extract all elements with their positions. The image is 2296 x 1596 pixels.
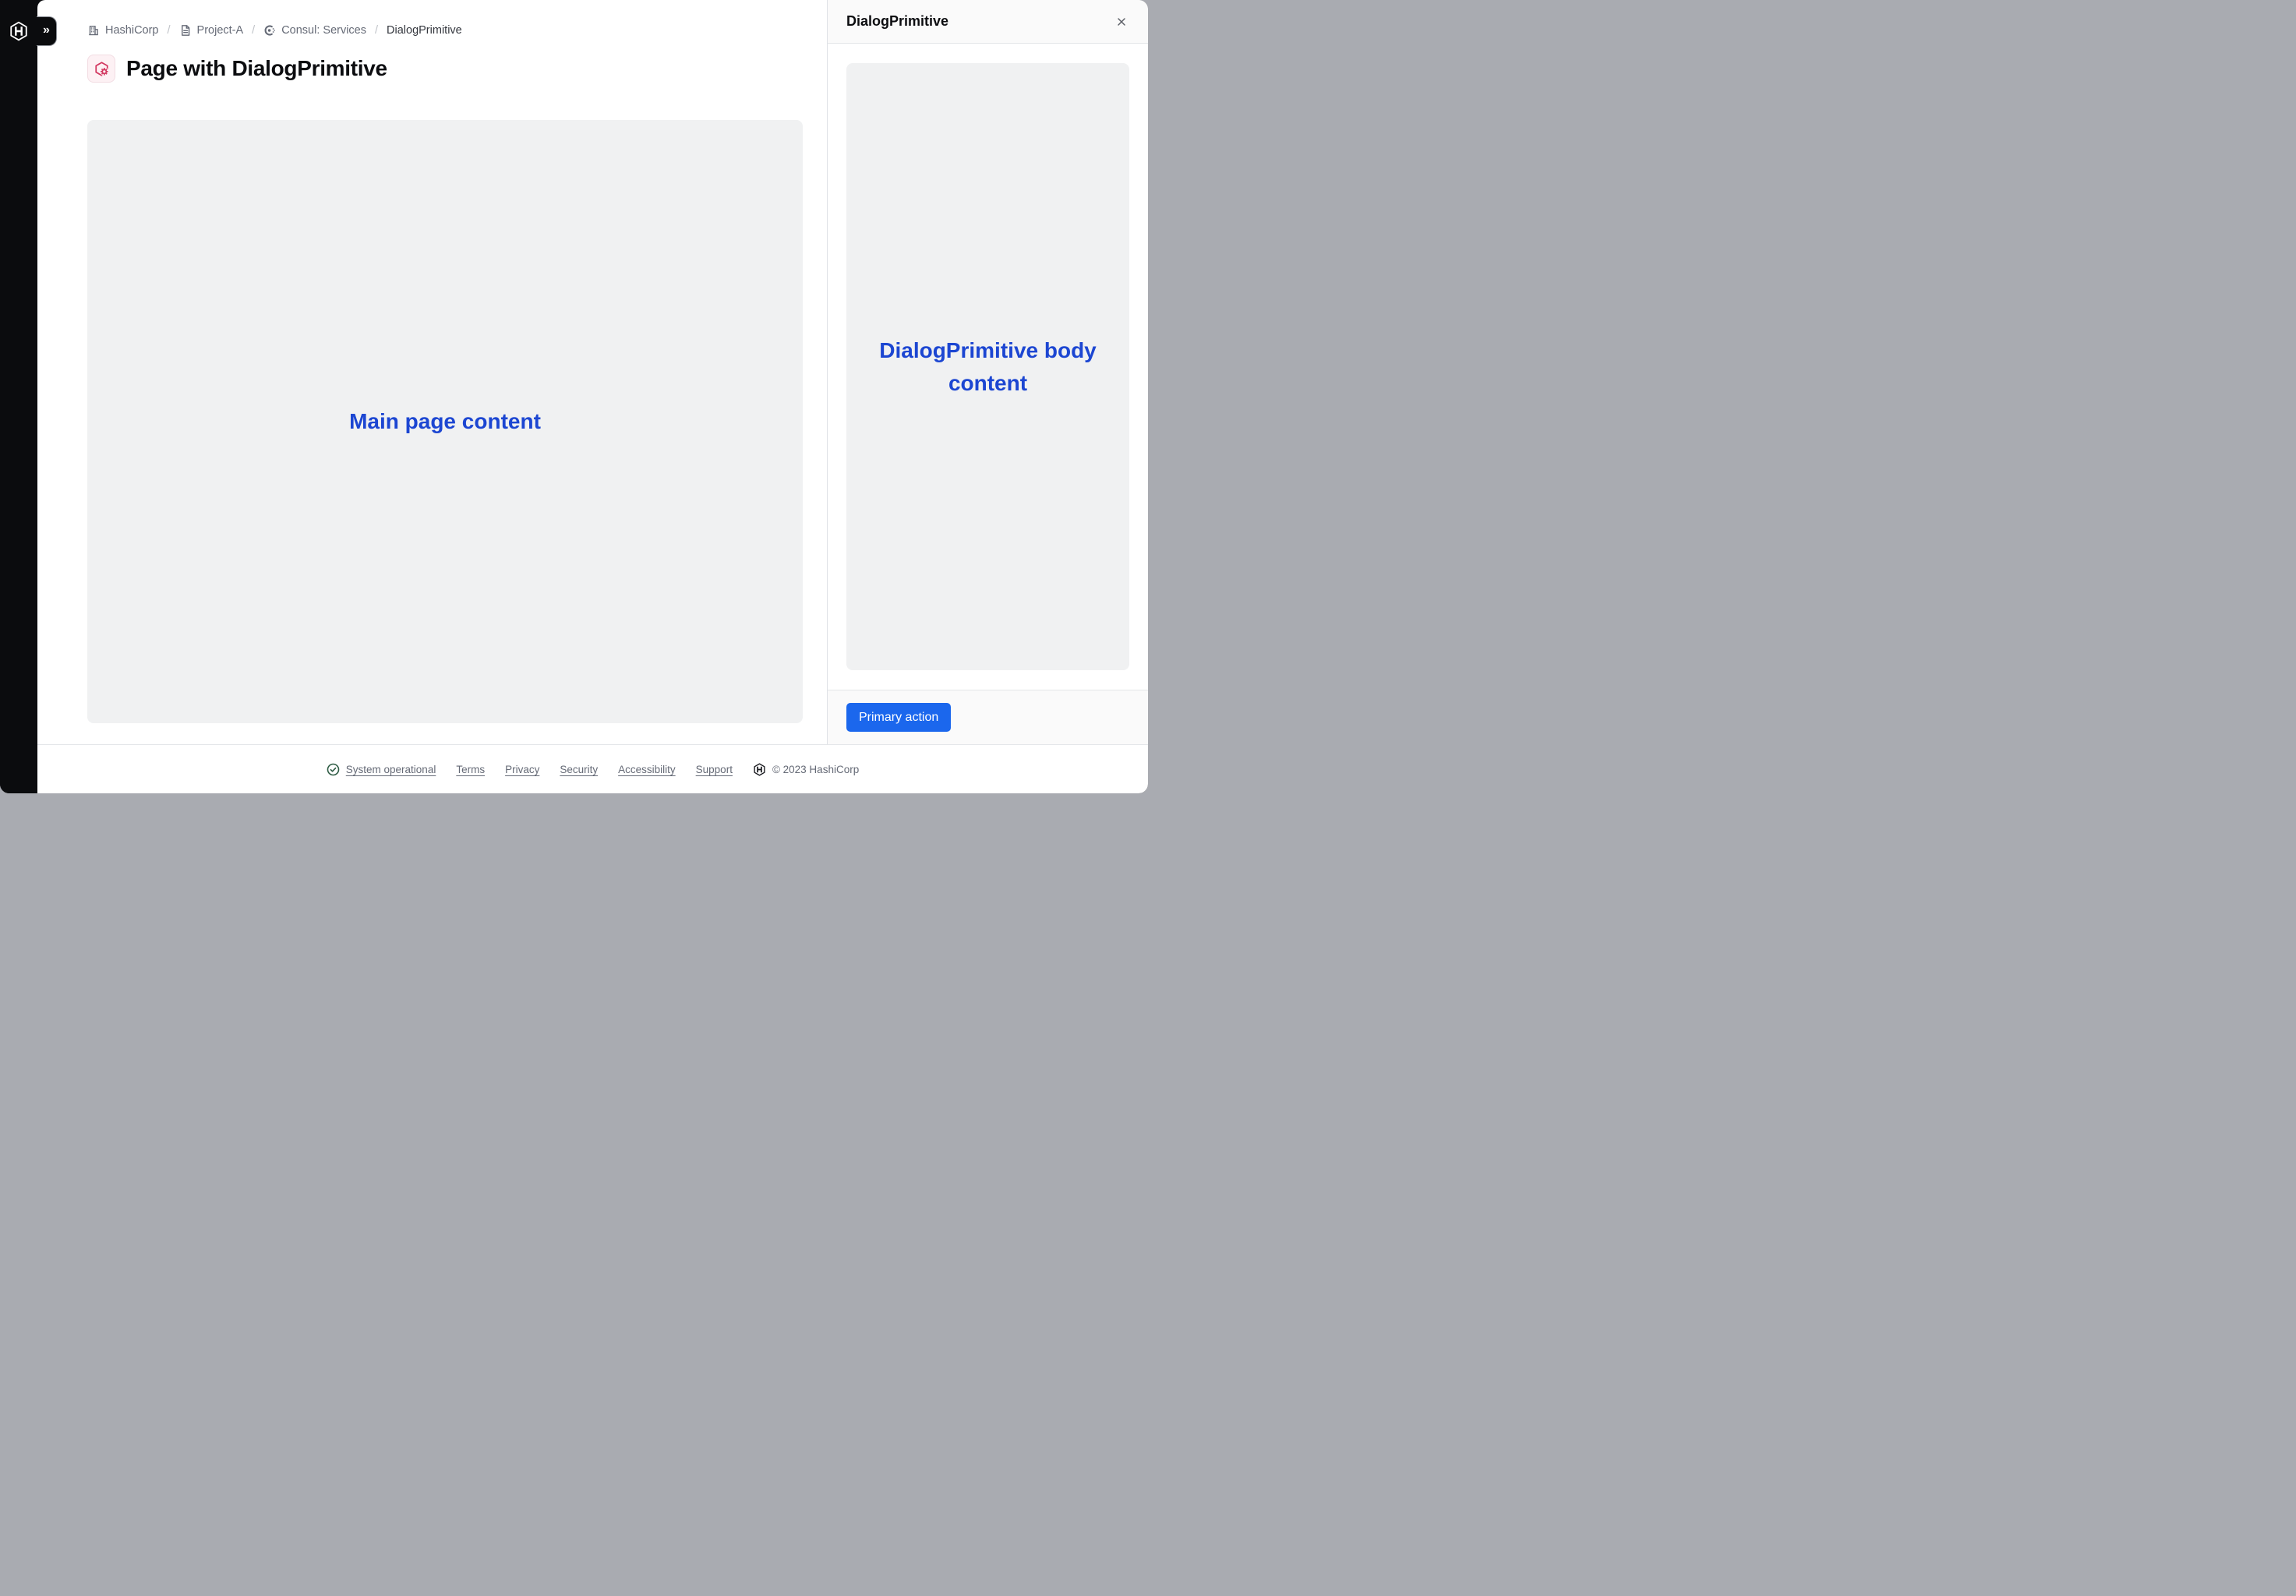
org-icon bbox=[87, 24, 100, 37]
page-header: Page with DialogPrimitive bbox=[87, 55, 803, 83]
app-frame: » HashiCorp / bbox=[0, 0, 1148, 793]
footer-link-privacy[interactable]: Privacy bbox=[505, 764, 539, 775]
app-footer: System operational Terms Privacy Securit… bbox=[37, 744, 1148, 793]
consul-icon bbox=[263, 24, 276, 37]
main-placeholder-text: Main page content bbox=[349, 405, 541, 438]
breadcrumb-separator: / bbox=[168, 24, 171, 37]
dialog-placeholder-text: DialogPrimitive body content bbox=[868, 334, 1107, 400]
breadcrumb-item-hashicorp[interactable]: HashiCorp bbox=[87, 24, 159, 37]
chevron-double-right-icon: » bbox=[43, 23, 50, 37]
breadcrumb-separator: / bbox=[252, 24, 255, 37]
breadcrumb-separator: / bbox=[375, 24, 378, 37]
sidebar-expand-button[interactable]: » bbox=[37, 16, 57, 46]
primary-action-button[interactable]: Primary action bbox=[846, 703, 951, 732]
footer-link-security[interactable]: Security bbox=[560, 764, 598, 775]
main-content-placeholder: Main page content bbox=[87, 120, 803, 723]
hashicorp-logo-icon bbox=[753, 763, 766, 776]
x-icon bbox=[1115, 16, 1128, 28]
close-button[interactable] bbox=[1112, 12, 1131, 31]
system-status-link[interactable]: System operational bbox=[327, 763, 436, 776]
copyright-text: © 2023 HashiCorp bbox=[772, 764, 859, 775]
breadcrumb: HashiCorp / Project-A / bbox=[87, 23, 803, 37]
breadcrumb-label: DialogPrimitive bbox=[387, 24, 462, 37]
dialog-title: DialogPrimitive bbox=[846, 13, 948, 30]
breadcrumb-label: Project-A bbox=[197, 24, 244, 37]
dialog-footer: Primary action bbox=[828, 690, 1148, 744]
hashicorp-logo-icon bbox=[9, 21, 29, 41]
breadcrumb-label: Consul: Services bbox=[281, 24, 366, 37]
copyright: © 2023 HashiCorp bbox=[753, 763, 859, 776]
dialog-body: DialogPrimitive body content bbox=[828, 44, 1148, 690]
hexagon-gear-icon bbox=[94, 61, 110, 77]
breadcrumb-label: HashiCorp bbox=[105, 24, 159, 37]
file-text-icon bbox=[179, 24, 192, 37]
page-title-icon bbox=[87, 55, 115, 83]
dialog-primitive-panel: DialogPrimitive DialogPrimitive body con… bbox=[827, 0, 1148, 744]
dialog-body-placeholder: DialogPrimitive body content bbox=[846, 63, 1129, 670]
breadcrumb-item-current: DialogPrimitive bbox=[387, 24, 462, 37]
footer-link-support[interactable]: Support bbox=[696, 764, 733, 775]
breadcrumb-item-project-a[interactable]: Project-A bbox=[179, 24, 244, 37]
dialog-header: DialogPrimitive bbox=[828, 0, 1148, 44]
status-label: System operational bbox=[346, 764, 436, 775]
main-content-area: HashiCorp / Project-A / bbox=[37, 0, 827, 744]
breadcrumb-item-consul-services[interactable]: Consul: Services bbox=[263, 24, 366, 37]
footer-link-terms[interactable]: Terms bbox=[456, 764, 485, 775]
footer-link-accessibility[interactable]: Accessibility bbox=[618, 764, 676, 775]
check-circle-icon bbox=[327, 763, 340, 776]
page-title: Page with DialogPrimitive bbox=[126, 56, 387, 81]
